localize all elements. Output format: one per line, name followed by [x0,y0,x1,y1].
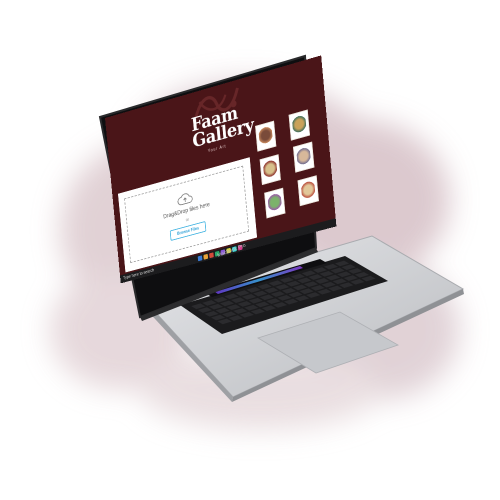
gallery-thumbnail[interactable] [297,175,319,207]
artwork-image [291,113,307,137]
gallery-thumbnail[interactable] [292,141,315,173]
taskbar-app-icon[interactable] [197,255,203,262]
taskbar-app-icon[interactable] [226,247,232,254]
gallery-thumbnail[interactable] [288,109,311,141]
taskbar-app-icon[interactable] [237,244,243,251]
artwork-image [296,145,312,169]
taskbar-app-icon[interactable] [220,249,226,256]
artwork-gallery [252,106,331,238]
artwork-image [300,179,316,203]
artwork-image [267,191,283,215]
gallery-thumbnail[interactable] [264,187,286,219]
taskbar-app-icon[interactable] [203,253,209,260]
taskbar-app-icon[interactable] [209,252,214,259]
taskbar-app-icon[interactable] [214,250,220,257]
artwork-image [262,158,278,182]
cloud-upload-icon [177,190,194,207]
gallery-thumbnail[interactable] [255,120,277,152]
taskbar-app-icon[interactable] [232,246,237,253]
product-mockup-scene: Faam Gallery Your Art Drag&Drop files he… [0,0,500,500]
gallery-thumbnail[interactable] [259,154,281,186]
artwork-image [258,124,274,148]
